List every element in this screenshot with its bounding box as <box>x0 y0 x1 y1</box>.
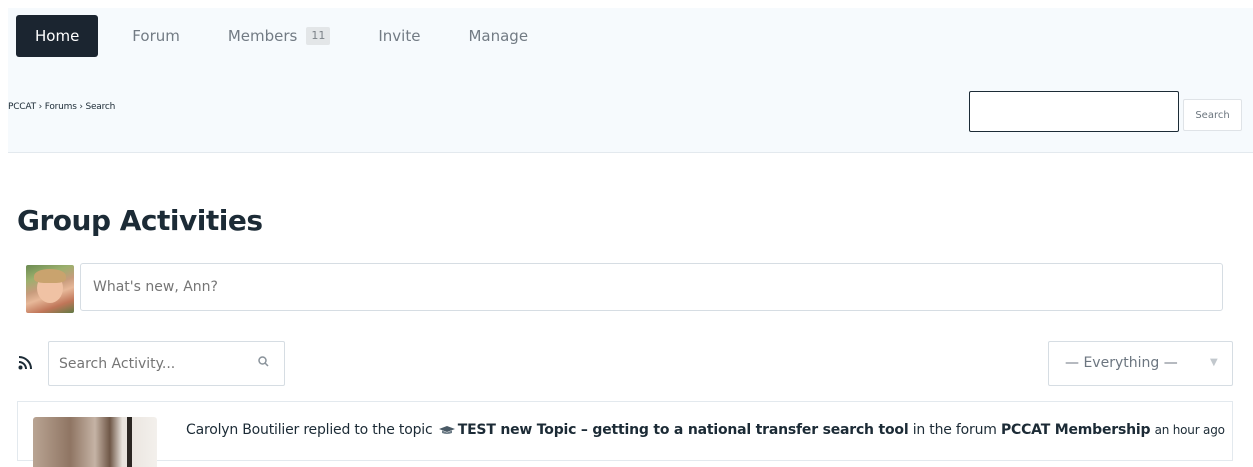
tab-forum-label: Forum <box>132 27 180 45</box>
filter-select-value: — Everything — <box>1065 355 1178 371</box>
activity-search-box[interactable] <box>48 341 285 386</box>
whats-new-input[interactable] <box>80 263 1223 311</box>
activity-topic-link[interactable]: TEST new Topic – getting to a national t… <box>458 422 909 438</box>
activity-timestamp[interactable]: an hour ago <box>1155 423 1225 437</box>
tab-manage[interactable]: Manage <box>448 15 548 57</box>
activity-user-link[interactable]: Carolyn Boutilier <box>186 422 299 438</box>
avatar-hair <box>34 269 66 283</box>
magnifier-icon[interactable] <box>257 355 271 369</box>
tab-members[interactable]: Members 11 <box>208 15 351 57</box>
members-count-badge: 11 <box>306 27 331 45</box>
user-avatar[interactable] <box>26 265 74 313</box>
tab-home-label: Home <box>35 27 80 45</box>
top-bar: Home Forum Members 11 Invite Manage PCCA… <box>8 8 1253 153</box>
tab-invite[interactable]: Invite <box>358 15 440 57</box>
breadcrumb-item-forums[interactable]: Forums <box>45 102 77 112</box>
activity-forum-link[interactable]: PCCAT Membership <box>1001 422 1151 438</box>
group-nav-tabs: Home Forum Members 11 Invite Manage <box>16 15 556 57</box>
breadcrumb-item-search: Search <box>85 102 116 112</box>
activity-item: Carolyn Boutilier replied to the topic T… <box>17 401 1233 467</box>
activity-in-forum-text: in the forum <box>912 422 997 438</box>
triangle-down-icon: ▼ <box>1210 357 1218 368</box>
breadcrumb-separator: › <box>35 102 45 112</box>
forum-search-input[interactable] <box>969 91 1179 132</box>
tab-home[interactable]: Home <box>16 15 99 57</box>
tab-members-label: Members <box>227 27 298 45</box>
avatar-detail <box>127 417 132 467</box>
tab-manage-label: Manage <box>468 27 529 45</box>
topic-icon <box>438 426 455 434</box>
activity-text: Carolyn Boutilier replied to the topic T… <box>186 422 1225 438</box>
search-button[interactable]: Search <box>1183 99 1242 131</box>
activity-user-avatar[interactable] <box>33 417 157 467</box>
breadcrumb: PCCAT › Forums › Search <box>8 102 115 112</box>
tab-forum[interactable]: Forum <box>112 15 200 57</box>
rss-icon[interactable] <box>18 356 32 370</box>
breadcrumb-item-pccat[interactable]: PCCAT <box>8 102 36 112</box>
activity-filter-select[interactable]: — Everything — ▼ <box>1048 341 1233 386</box>
activity-action: replied to the topic <box>303 422 433 438</box>
tab-invite-label: Invite <box>378 27 421 45</box>
page-title: Group Activities <box>17 204 263 237</box>
activity-search-input[interactable] <box>49 342 239 385</box>
